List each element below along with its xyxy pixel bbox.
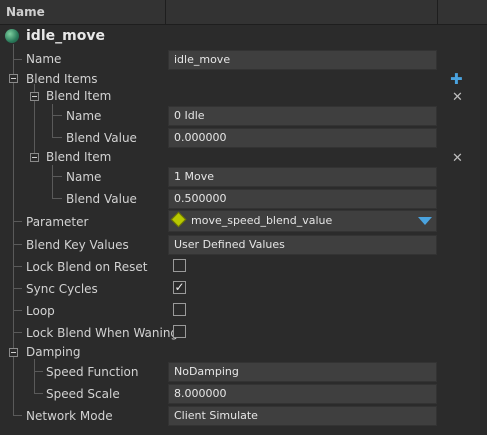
column-divider-2[interactable] (437, 0, 438, 25)
blend-key-values-field[interactable]: User Defined Values (168, 235, 437, 255)
tree-line-h (13, 266, 22, 267)
tree-line-h (34, 393, 43, 394)
network-mode-label: Network Mode (26, 409, 113, 423)
tree-line-bi2 (52, 165, 53, 199)
speed-function-label: Speed Function (46, 365, 139, 379)
tree-line-h (13, 244, 22, 245)
parameter-dropdown[interactable]: move_speed_blend_value (168, 210, 437, 232)
blend-item-2-name-label: Name (66, 170, 102, 184)
tree-line-h (13, 310, 22, 311)
network-mode-field[interactable]: Client Simulate (168, 406, 437, 426)
blend-item-1-value-label: Blend Value (66, 131, 137, 145)
sync-cycles-checkbox[interactable]: ✓ (173, 281, 186, 294)
blend-item-2-label: Blend Item (46, 150, 112, 164)
tree-line-h (13, 332, 22, 333)
name-label: Name (26, 52, 62, 66)
name-field[interactable]: idle_move (168, 50, 437, 70)
collapse-blend-item-1-toggle[interactable] (30, 92, 39, 101)
column-divider[interactable] (165, 0, 166, 25)
speed-scale-label: Speed Scale (46, 387, 120, 401)
close-icon[interactable]: ✕ (452, 152, 463, 165)
lock-blend-when-waning-label: Lock Blend When Waning (26, 326, 179, 340)
tree-line-damping (34, 359, 35, 394)
triangle-down-icon[interactable] (418, 217, 432, 225)
tree-line-h (52, 137, 62, 138)
lock-blend-on-reset-label: Lock Blend on Reset (26, 260, 148, 274)
tree-line-h (52, 176, 62, 177)
close-icon[interactable]: ✕ (452, 91, 463, 104)
blend-key-values-label: Blend Key Values (26, 238, 129, 252)
tree-line-bi1 (52, 104, 53, 138)
blend-item-1-label: Blend Item (46, 89, 112, 103)
collapse-damping-toggle[interactable] (9, 348, 18, 357)
blend-item-1-name-field[interactable]: 0 Idle (168, 106, 437, 126)
blend-items-label: Blend Items (26, 72, 98, 86)
tree-line-h (13, 415, 22, 416)
speed-function-field[interactable]: NoDamping (168, 362, 437, 382)
loop-label: Loop (26, 304, 55, 318)
lock-blend-on-reset-checkbox[interactable] (173, 259, 186, 272)
collapse-blend-items-toggle[interactable] (9, 74, 18, 83)
tree-line-h (13, 288, 22, 289)
lock-blend-when-waning-checkbox[interactable] (173, 325, 186, 338)
damping-label: Damping (26, 345, 81, 359)
blend-item-2-value-field[interactable]: 0.500000 (168, 189, 437, 209)
tree-line-h (52, 115, 62, 116)
speed-scale-field[interactable]: 8.000000 (168, 384, 437, 404)
blend-item-1-name-label: Name (66, 109, 102, 123)
tree-line-h (52, 198, 62, 199)
parameter-value: move_speed_blend_value (191, 214, 333, 227)
parameter-label: Parameter (26, 215, 89, 229)
blend-item-1-value-field[interactable]: 0.000000 (168, 128, 437, 148)
tree-line-h (13, 221, 22, 222)
loop-checkbox[interactable] (173, 303, 186, 316)
column-header-name: Name (6, 5, 45, 19)
sphere-icon (5, 29, 19, 43)
tree-line-root (13, 44, 14, 416)
blend-item-2-name-field[interactable]: 1 Move (168, 167, 437, 187)
root-title: idle_move (26, 28, 105, 44)
tree-line-h (34, 371, 43, 372)
collapse-blend-item-2-toggle[interactable] (30, 153, 39, 162)
plus-icon[interactable]: ✚ (450, 72, 463, 87)
column-header: Name (0, 0, 487, 25)
sync-cycles-label: Sync Cycles (26, 282, 98, 296)
blend-item-2-value-label: Blend Value (66, 192, 137, 206)
tree-line-h (13, 59, 22, 60)
